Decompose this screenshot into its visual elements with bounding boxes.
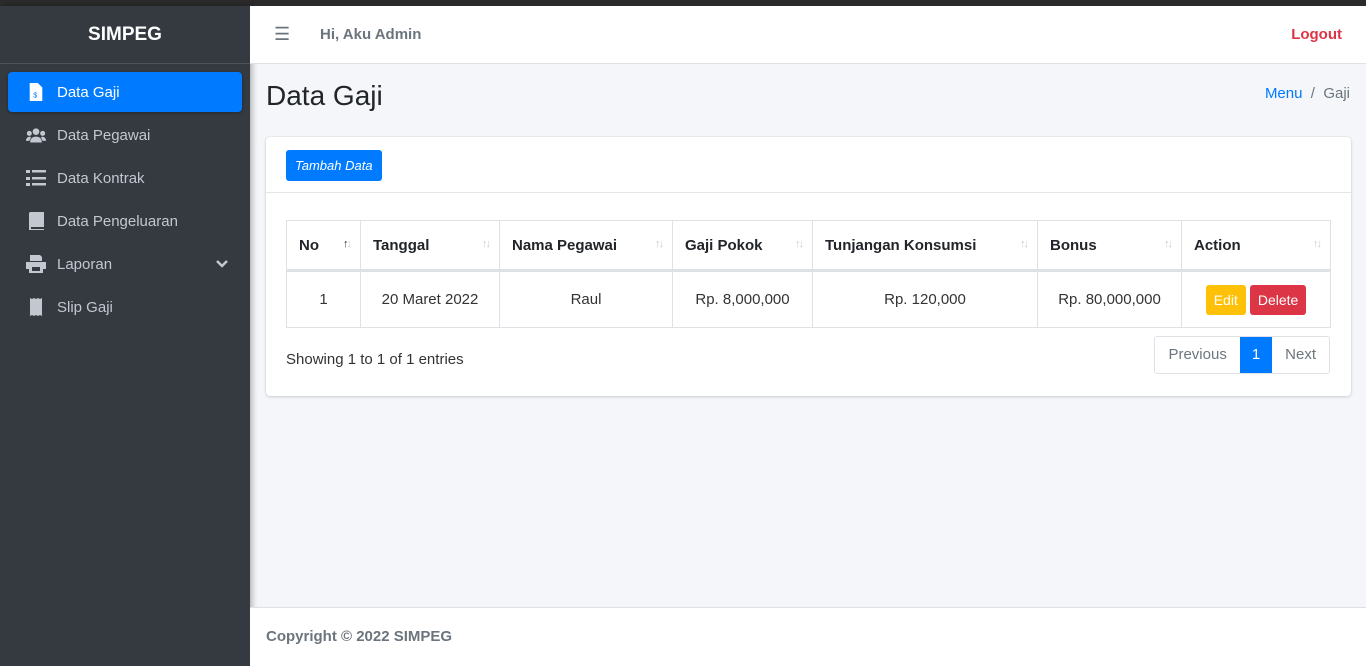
- hamburger-menu-icon[interactable]: ☰: [274, 24, 304, 45]
- column-header-gaji[interactable]: Gaji Pokok ↑↓: [672, 220, 813, 272]
- sidebar-item-label: Laporan: [57, 255, 113, 273]
- column-header-nama[interactable]: Nama Pegawai ↑↓: [499, 220, 673, 272]
- sort-icon: ↑↓: [1313, 238, 1322, 250]
- logout-link[interactable]: Logout: [1291, 26, 1342, 43]
- sidebar-item-data-gaji[interactable]: $ Data Gaji: [8, 72, 242, 112]
- next-button[interactable]: Next: [1272, 337, 1329, 373]
- file-invoice-dollar-icon: $: [29, 83, 43, 101]
- sidebar-item-laporan[interactable]: Laporan: [8, 244, 242, 284]
- print-icon: [26, 255, 46, 273]
- sidebar-item-label: Data Gaji: [57, 83, 120, 101]
- sort-icon: ↑↓: [1020, 238, 1029, 250]
- salary-table: No ↑↓ Tanggal ↑↓ Nama Pegawai ↑↓ Gaji Pokok…: [286, 220, 1331, 328]
- sidebar-item-data-pengeluaran[interactable]: Data Pengeluaran: [8, 201, 242, 241]
- sidebar-item-label: Slip Gaji: [57, 298, 113, 316]
- footer: Copyright © 2022 SIMPEG: [250, 607, 1366, 666]
- page-1-button[interactable]: 1: [1239, 337, 1273, 373]
- cell-no: 1: [286, 270, 361, 328]
- sidebar-item-label: Data Kontrak: [57, 169, 145, 187]
- breadcrumb-current: Gaji: [1323, 85, 1350, 102]
- column-header-tunjangan[interactable]: Tunjangan Konsumsi ↑↓: [812, 220, 1038, 272]
- sidebar-nav: $ Data Gaji Data Pegawai Data Kontrak Da…: [0, 64, 250, 338]
- brand-logo[interactable]: SIMPEG: [0, 6, 250, 64]
- table-row: 1 20 Maret 2022 Raul Rp. 8,000,000 Rp. 1…: [286, 270, 1331, 328]
- sort-icon: ↑↓: [482, 238, 491, 250]
- entries-info: Showing 1 to 1 of 1 entries: [286, 351, 464, 368]
- sort-icon: ↑↓: [655, 238, 664, 250]
- book-icon: [29, 212, 44, 230]
- users-icon: [26, 128, 46, 143]
- edit-button[interactable]: Edit: [1205, 284, 1246, 315]
- cell-gaji: Rp. 8,000,000: [672, 270, 813, 328]
- receipt-icon: [30, 298, 42, 316]
- data-card: Tambah Data No ↑↓ Tanggal ↑↓ Nama Pegawai ↑…: [266, 137, 1351, 396]
- top-navbar: ☰ Hi, Aku Admin Logout: [250, 6, 1366, 64]
- column-header-action[interactable]: Action ↑↓: [1181, 220, 1331, 272]
- tasks-icon: [26, 170, 46, 186]
- sort-asc-icon: ↑↓: [343, 238, 352, 250]
- sort-icon: ↑↓: [1164, 238, 1173, 250]
- cell-bonus: Rp. 80,000,000: [1037, 270, 1182, 328]
- column-header-no[interactable]: No ↑↓: [286, 220, 361, 272]
- tambah-data-button[interactable]: Tambah Data: [286, 150, 382, 181]
- breadcrumb: Menu / Gaji: [1264, 85, 1350, 102]
- svg-text:$: $: [33, 90, 37, 99]
- column-header-tanggal[interactable]: Tanggal ↑↓: [360, 220, 500, 272]
- sidebar: SIMPEG $ Data Gaji Data Pegawai Data Kon…: [0, 6, 250, 666]
- breadcrumb-menu[interactable]: Menu: [1265, 85, 1303, 102]
- column-header-bonus[interactable]: Bonus ↑↓: [1037, 220, 1182, 272]
- delete-button[interactable]: Delete: [1249, 284, 1307, 315]
- cell-tunjangan: Rp. 120,000: [812, 270, 1038, 328]
- cell-nama: Raul: [499, 270, 673, 328]
- sidebar-item-label: Data Pegawai: [57, 126, 151, 144]
- pagination: Previous 1 Next: [1154, 336, 1330, 374]
- sort-icon: ↑↓: [795, 238, 804, 250]
- cell-tanggal: 20 Maret 2022: [360, 270, 500, 328]
- sidebar-item-data-pegawai[interactable]: Data Pegawai: [8, 115, 242, 155]
- page-title: Data Gaji: [266, 80, 383, 111]
- cell-action: Edit Delete: [1181, 270, 1331, 328]
- sidebar-item-data-kontrak[interactable]: Data Kontrak: [8, 158, 242, 198]
- sidebar-item-label: Data Pengeluaran: [57, 212, 178, 230]
- chevron-down-icon[interactable]: [216, 255, 228, 273]
- sidebar-item-slip-gaji[interactable]: Slip Gaji: [8, 287, 242, 327]
- greeting: Hi, Aku Admin: [320, 26, 422, 43]
- previous-button[interactable]: Previous: [1155, 337, 1239, 373]
